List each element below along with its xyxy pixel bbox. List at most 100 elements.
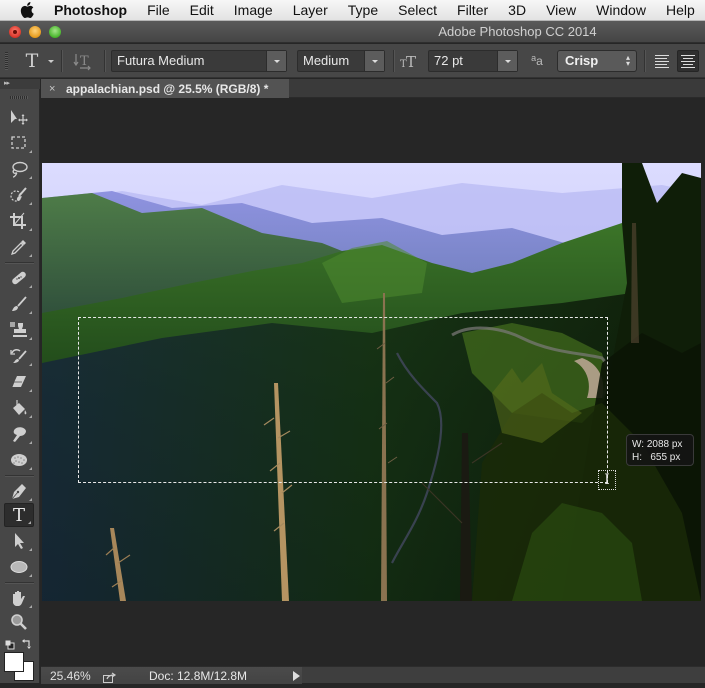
document-tab-bar: × appalachian.psd @ 25.5% (RGB/8) * xyxy=(41,79,705,98)
swap-arrows-icon xyxy=(22,639,31,649)
tool-flyout-indicator xyxy=(28,521,31,524)
menu-help[interactable]: Help xyxy=(666,2,695,18)
foreground-color-swatch[interactable] xyxy=(4,652,24,672)
menu-3d[interactable]: 3D xyxy=(508,2,526,18)
menu-filter[interactable]: Filter xyxy=(457,2,488,18)
toggle-text-orientation-icon[interactable]: T xyxy=(72,50,94,72)
eraser-icon xyxy=(11,376,26,388)
brush-icon xyxy=(12,296,27,311)
hand-icon xyxy=(13,591,25,606)
rectangular-marquee-tool[interactable] xyxy=(4,131,34,155)
share-icon[interactable] xyxy=(103,670,117,683)
up-down-arrows-icon: ▴ ▾ xyxy=(625,53,630,68)
svg-text:T: T xyxy=(406,53,416,70)
tool-flyout-indicator xyxy=(29,467,32,470)
smudge-tool[interactable] xyxy=(4,422,34,446)
zoom-tool[interactable] xyxy=(4,610,34,634)
spot-healing-tool[interactable] xyxy=(4,266,34,290)
font-style-dropdown[interactable]: Medium xyxy=(297,50,385,72)
width-readout: W: 2088 px xyxy=(632,439,683,450)
menu-bar: Photoshop File Edit Image Layer Type Sel… xyxy=(0,0,705,21)
status-menu-arrow-icon[interactable] xyxy=(293,671,300,681)
default-colors-button[interactable] xyxy=(5,637,15,650)
menu-select[interactable]: Select xyxy=(398,2,437,18)
separator xyxy=(61,50,62,72)
tool-flyout-indicator xyxy=(29,176,32,179)
menu-image[interactable]: Image xyxy=(234,2,273,18)
tool-group-separator xyxy=(5,475,34,476)
eyedropper-icon xyxy=(10,240,26,256)
separator xyxy=(644,50,645,72)
anti-alias-icon: aa xyxy=(531,53,543,68)
apple-logo-icon[interactable] xyxy=(18,2,36,18)
tool-preset-dropdown-arrow-icon[interactable] xyxy=(48,60,54,63)
align-center-button[interactable] xyxy=(677,50,699,72)
window-title-bar: Adobe Photoshop CC 2014 xyxy=(0,21,705,43)
tool-flyout-indicator xyxy=(29,441,32,444)
eyedropper-tool[interactable] xyxy=(4,235,34,259)
horizontal-type-icon[interactable]: T xyxy=(22,50,42,72)
text-cursor-icon: I xyxy=(598,470,616,490)
options-bar: T T Futura Medium Medium TT 72 pt aa Cri… xyxy=(0,44,705,78)
lasso-tool[interactable] xyxy=(4,157,34,181)
bandage-icon xyxy=(12,271,26,285)
document-title: appalachian.psd @ 25.5% (RGB/8) * xyxy=(66,81,269,96)
stamp-icon xyxy=(10,322,27,337)
canvas-area[interactable]: I W: 2088 px H: 655 px xyxy=(41,98,705,666)
close-tab-icon[interactable]: × xyxy=(49,83,63,95)
paint-bucket-tool[interactable] xyxy=(4,396,34,420)
panel-collapse-button[interactable]: ▸▸ xyxy=(0,79,40,89)
tool-flyout-indicator xyxy=(29,150,32,153)
document-tab[interactable]: × appalachian.psd @ 25.5% (RGB/8) * xyxy=(41,79,289,98)
brush-tool[interactable] xyxy=(4,292,34,316)
arrow-icon xyxy=(15,533,24,549)
hand-tool[interactable] xyxy=(4,586,34,610)
menu-layer[interactable]: Layer xyxy=(293,2,328,18)
move-tool[interactable] xyxy=(4,105,34,129)
paint-bucket-icon xyxy=(13,400,27,415)
menu-view[interactable]: View xyxy=(546,2,576,18)
clone-stamp-tool[interactable] xyxy=(4,318,34,342)
panel-grip[interactable] xyxy=(10,96,28,99)
font-size-dropdown[interactable]: 72 pt xyxy=(428,50,518,72)
tool-flyout-indicator xyxy=(29,254,32,257)
menu-photoshop[interactable]: Photoshop xyxy=(54,2,127,18)
history-brush-tool[interactable] xyxy=(4,344,34,368)
selection-marquee[interactable] xyxy=(78,317,608,483)
menu-window[interactable]: Window xyxy=(596,2,646,18)
menu-type[interactable]: Type xyxy=(348,2,378,18)
tool-flyout-indicator xyxy=(29,415,32,418)
ellipse-icon xyxy=(10,561,28,573)
align-left-button[interactable] xyxy=(651,50,673,72)
crop-icon xyxy=(10,212,26,229)
anti-alias-select[interactable]: Crisp ▴ ▾ xyxy=(557,50,637,72)
swap-colors-button[interactable] xyxy=(22,636,33,649)
tool-flyout-indicator xyxy=(29,389,32,392)
document-size: Doc: 12.8M/12.8M xyxy=(149,669,248,683)
menu-edit[interactable]: Edit xyxy=(190,2,214,18)
menu-file[interactable]: File xyxy=(147,2,170,18)
options-bar-grip[interactable] xyxy=(5,52,8,70)
tool-flyout-indicator xyxy=(29,548,32,551)
smudge-icon xyxy=(13,427,26,442)
font-family-dropdown[interactable]: Futura Medium xyxy=(111,50,287,72)
tool-flyout-indicator xyxy=(29,311,32,314)
type-tool[interactable]: T xyxy=(4,503,34,527)
chevron-down-icon xyxy=(266,51,286,71)
sponge-tool[interactable] xyxy=(4,448,34,472)
crop-tool[interactable] xyxy=(4,209,34,233)
status-bar: 25.46% Doc: 12.8M/12.8M xyxy=(41,666,705,684)
quick-selection-tool[interactable] xyxy=(4,183,34,207)
tools-panel: ▸▸ T xyxy=(0,79,40,683)
pen-tool[interactable] xyxy=(4,479,34,503)
pen-icon xyxy=(11,484,26,500)
font-size-value: 72 pt xyxy=(434,53,463,68)
lasso-icon xyxy=(12,161,28,178)
quick-selection-icon xyxy=(10,187,27,202)
eraser-tool[interactable] xyxy=(4,370,34,394)
zoom-level[interactable]: 25.46% xyxy=(50,669,91,683)
tool-flyout-indicator xyxy=(29,285,32,288)
separator xyxy=(393,50,394,72)
path-selection-tool[interactable] xyxy=(4,529,34,553)
ellipse-tool[interactable] xyxy=(4,555,34,579)
